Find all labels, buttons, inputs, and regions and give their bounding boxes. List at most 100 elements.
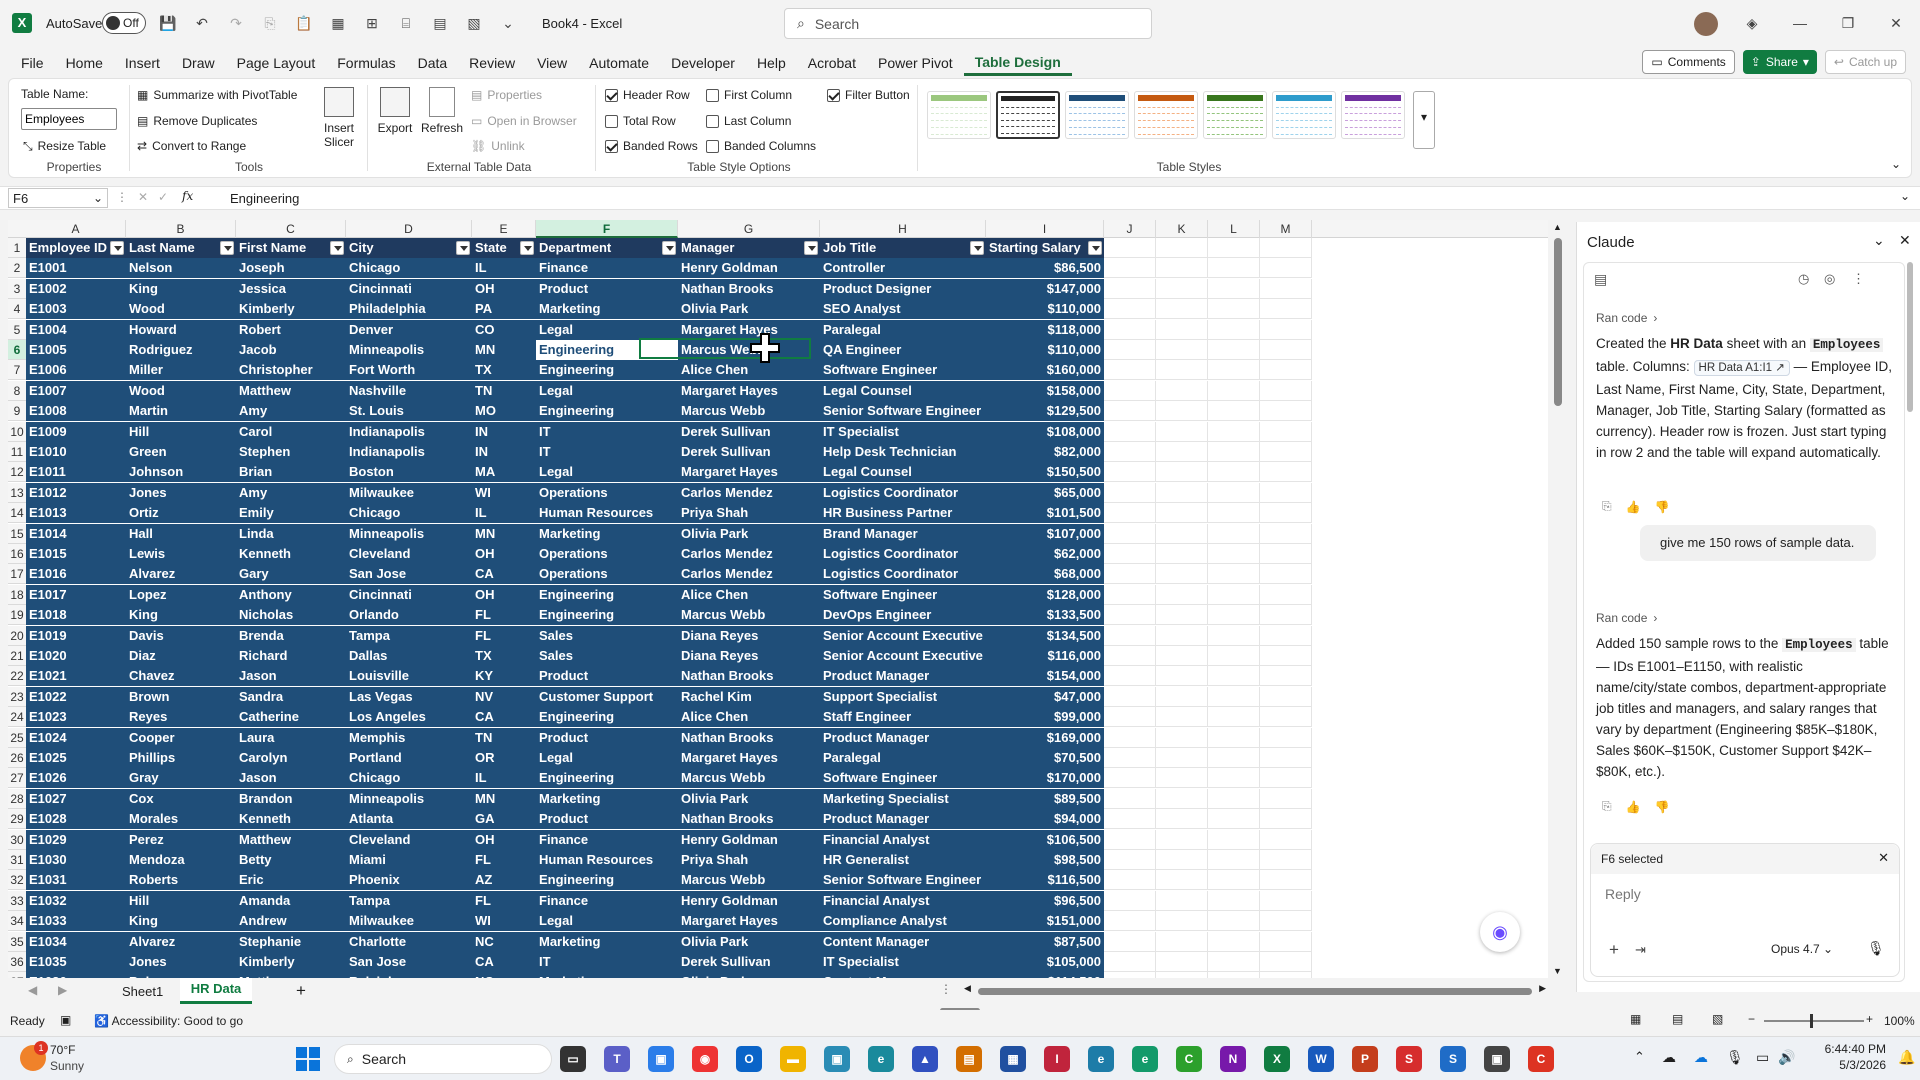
table-cell[interactable]: Davis: [126, 626, 236, 646]
table-cell[interactable]: E1001: [26, 258, 126, 278]
table-cell[interactable]: PA: [472, 299, 536, 319]
banded-rows-checkbox[interactable]: Banded Rows: [605, 135, 698, 157]
table-cell[interactable]: Carlos Mendez: [678, 544, 820, 564]
empty-cell[interactable]: [1156, 360, 1208, 380]
table-cell[interactable]: Finance: [536, 830, 678, 850]
empty-cell[interactable]: [1104, 258, 1156, 278]
table-cell[interactable]: $68,000: [986, 564, 1104, 584]
empty-cell[interactable]: [1260, 707, 1312, 727]
row-header[interactable]: 36: [8, 952, 26, 972]
enter-icon[interactable]: ✓: [158, 190, 168, 204]
app-icon[interactable]: S: [1440, 1046, 1466, 1072]
empty-cell[interactable]: [1156, 279, 1208, 299]
notifications-icon[interactable]: 🔔: [1898, 1049, 1915, 1066]
empty-cell[interactable]: [1156, 666, 1208, 686]
empty-cell[interactable]: [1104, 728, 1156, 748]
macro-icon[interactable]: ▣: [60, 1013, 71, 1027]
table-cell[interactable]: E1030: [26, 850, 126, 870]
table-cell[interactable]: Nathan Brooks: [678, 279, 820, 299]
empty-cell[interactable]: [1208, 646, 1260, 666]
table-cell[interactable]: E1008: [26, 401, 126, 421]
sheet-context-icon[interactable]: ▤: [1594, 271, 1607, 288]
table-cell[interactable]: Nathan Brooks: [678, 809, 820, 829]
empty-cell[interactable]: [1104, 360, 1156, 380]
table-cell[interactable]: King: [126, 911, 236, 931]
table-cell[interactable]: E1031: [26, 870, 126, 890]
app-icon[interactable]: ▣: [1484, 1046, 1510, 1072]
catch-up-button[interactable]: ↩ Catch up: [1824, 50, 1906, 74]
table-cell[interactable]: E1015: [26, 544, 126, 564]
empty-cell[interactable]: [1260, 870, 1312, 890]
empty-cell[interactable]: [1156, 768, 1208, 788]
table-cell[interactable]: $147,000: [986, 279, 1104, 299]
table-cell[interactable]: Olivia Park: [678, 789, 820, 809]
table-cell[interactable]: CA: [472, 952, 536, 972]
table-cell[interactable]: WI: [472, 483, 536, 503]
scroll-down-icon[interactable]: ▼: [1553, 966, 1562, 976]
customize-icon[interactable]: ⌄: [498, 13, 518, 33]
search-box[interactable]: ⌕ Search: [784, 8, 1152, 39]
empty-cell[interactable]: [1104, 850, 1156, 870]
filter-dropdown-icon[interactable]: [110, 241, 124, 255]
table-cell[interactable]: Controller: [820, 258, 986, 278]
empty-cell[interactable]: [1208, 789, 1260, 809]
table-cell[interactable]: $98,500: [986, 850, 1104, 870]
table-cell[interactable]: Joseph: [236, 258, 346, 278]
outlook-icon[interactable]: O: [736, 1046, 762, 1072]
empty-cell[interactable]: [1260, 299, 1312, 319]
table-cell[interactable]: Derek Sullivan: [678, 442, 820, 462]
table-cell[interactable]: HR Business Partner: [820, 503, 986, 523]
table-cell[interactable]: San Jose: [346, 564, 472, 584]
table-cell[interactable]: CA: [472, 564, 536, 584]
zoom-slider[interactable]: [1764, 1014, 1864, 1028]
app-icon[interactable]: ▣: [824, 1046, 850, 1072]
table-cell[interactable]: Logistics Coordinator: [820, 483, 986, 503]
table-cell[interactable]: OH: [472, 279, 536, 299]
filter-button-checkbox[interactable]: Filter Button: [827, 84, 910, 106]
table-cell[interactable]: Product: [536, 728, 678, 748]
table-cell[interactable]: Hill: [126, 891, 236, 911]
file-explorer-icon[interactable]: ▭: [560, 1046, 586, 1072]
table-cell[interactable]: HR Generalist: [820, 850, 986, 870]
app-icon[interactable]: ▤: [956, 1046, 982, 1072]
table-cell[interactable]: Olivia Park: [678, 299, 820, 319]
name-box[interactable]: F6 ⌄: [8, 188, 108, 208]
table-cell[interactable]: Derek Sullivan: [678, 952, 820, 972]
empty-cell[interactable]: [1260, 360, 1312, 380]
table-cell[interactable]: Jason: [236, 666, 346, 686]
table-cell[interactable]: CA: [472, 707, 536, 727]
table-cell[interactable]: Financial Analyst: [820, 830, 986, 850]
scroll-thumb[interactable]: [1554, 238, 1562, 406]
empty-cell[interactable]: [1156, 585, 1208, 605]
format-icon[interactable]: ▦: [328, 13, 348, 33]
table-cell[interactable]: E1010: [26, 442, 126, 462]
table-cell[interactable]: Engineering: [536, 605, 678, 625]
table-cell[interactable]: Orlando: [346, 605, 472, 625]
table-style-swatch[interactable]: [927, 91, 991, 139]
empty-cell[interactable]: [1208, 360, 1260, 380]
table-cell[interactable]: Robert: [236, 320, 346, 340]
resize-table-button[interactable]: ⤡ Resize Table: [23, 135, 106, 157]
prev-sheet-icon[interactable]: ◀: [28, 983, 37, 997]
table-cell[interactable]: E1026: [26, 768, 126, 788]
empty-cell[interactable]: [1156, 299, 1208, 319]
table-cell[interactable]: E1032: [26, 891, 126, 911]
empty-cell[interactable]: [1260, 544, 1312, 564]
model-selector[interactable]: Opus 4.7 ⌄: [1771, 942, 1833, 956]
table-cell[interactable]: St. Louis: [346, 401, 472, 421]
table-cell[interactable]: Indianapolis: [346, 442, 472, 462]
empty-cell[interactable]: [1156, 932, 1208, 952]
table-cell[interactable]: Memphis: [346, 728, 472, 748]
empty-cell[interactable]: [1260, 258, 1312, 278]
table-cell[interactable]: Finance: [536, 258, 678, 278]
tab-data[interactable]: Data: [407, 50, 459, 76]
table-cell[interactable]: MA: [472, 462, 536, 482]
table-cell[interactable]: Product Manager: [820, 728, 986, 748]
row-header[interactable]: 32: [8, 870, 26, 890]
copy-icon[interactable]: ⎘: [1602, 799, 1612, 814]
microphone-icon[interactable]: 🎙: [1867, 940, 1885, 957]
table-cell[interactable]: Eric: [236, 870, 346, 890]
empty-cell[interactable]: [1208, 422, 1260, 442]
empty-cell[interactable]: [1208, 687, 1260, 707]
table-cell[interactable]: SEO Analyst: [820, 299, 986, 319]
